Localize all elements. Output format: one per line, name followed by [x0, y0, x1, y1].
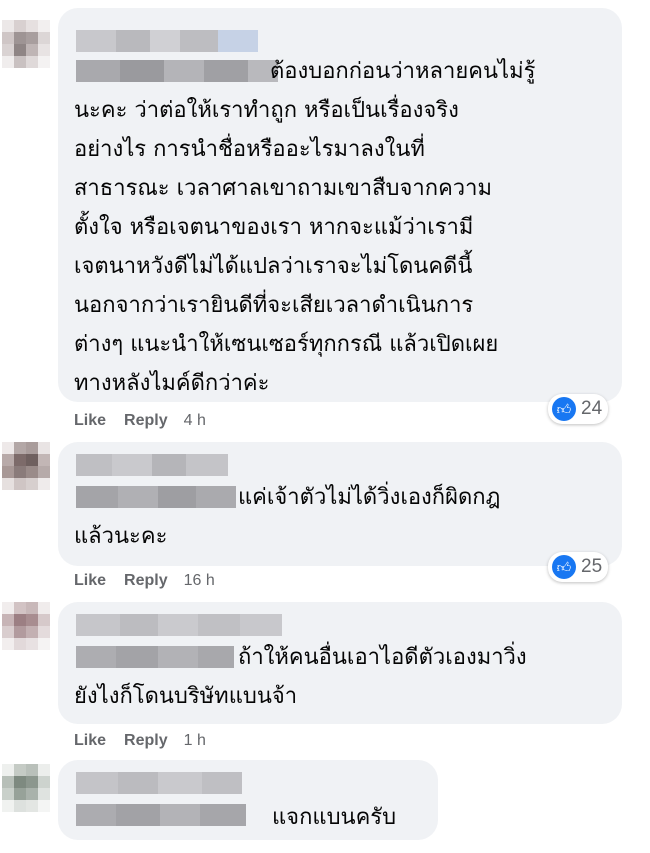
comment-timestamp[interactable]: 4 h — [184, 412, 206, 430]
comment-1: ต้องบอกก่อนว่าหลายคนไม่รู้ นะคะ ว่าต่อให… — [0, 0, 650, 440]
comment-actions: Like Reply 16 h — [74, 572, 215, 590]
like-icon: 👍︎ — [552, 397, 576, 421]
reaction-summary[interactable]: 👍︎ 25 — [548, 552, 609, 582]
comment-bubble: ต้องบอกก่อนว่าหลายคนไม่รู้ นะคะ ว่าต่อให… — [58, 8, 622, 402]
comment-text: แค่เจ้าตัวไม่ได้วิ่งเองก็ผิดกฎ แล้วนะคะ — [74, 485, 501, 549]
reaction-summary[interactable]: 👍︎ 24 — [548, 394, 609, 424]
like-button[interactable]: Like — [74, 412, 106, 430]
avatar[interactable] — [2, 602, 50, 650]
comment-bubble: ถ้าให้คนอื่นเอาไอดีตัวเองมาวิ่ง ยังไงก็โ… — [58, 602, 622, 724]
avatar[interactable] — [2, 442, 50, 490]
comment-3: ถ้าให้คนอื่นเอาไอดีตัวเองมาวิ่ง ยังไงก็โ… — [0, 600, 650, 760]
like-button[interactable]: Like — [74, 732, 106, 750]
reaction-count: 24 — [581, 398, 603, 419]
reply-button[interactable]: Reply — [124, 572, 168, 590]
comment-text: ต้องบอกก่อนว่าหลายคนไม่รู้ นะคะ ว่าต่อให… — [74, 59, 536, 396]
comment-text: แจกแบนครับ — [272, 805, 397, 830]
commenter-name[interactable] — [76, 772, 242, 794]
commenter-name[interactable] — [76, 30, 258, 52]
comment-timestamp[interactable]: 16 h — [184, 572, 215, 590]
like-button[interactable]: Like — [74, 572, 106, 590]
comment-text: ถ้าให้คนอื่นเอาไอดีตัวเองมาวิ่ง ยังไงก็โ… — [74, 645, 527, 709]
commenter-name[interactable] — [76, 614, 282, 636]
comment-bubble: แจกแบนครับ — [58, 760, 438, 840]
comment-2: แค่เจ้าตัวไม่ได้วิ่งเองก็ผิดกฎ แล้วนะคะ … — [0, 440, 650, 600]
comment-bubble: แค่เจ้าตัวไม่ได้วิ่งเองก็ผิดกฎ แล้วนะคะ — [58, 442, 622, 566]
reply-button[interactable]: Reply — [124, 412, 168, 430]
comment-timestamp[interactable]: 1 h — [184, 732, 206, 750]
comment-actions: Like Reply 1 h — [74, 732, 206, 750]
like-icon: 👍︎ — [552, 555, 576, 579]
avatar[interactable] — [2, 764, 50, 812]
comment-actions: Like Reply 4 h — [74, 412, 206, 430]
commenter-name[interactable] — [76, 454, 228, 476]
reply-button[interactable]: Reply — [124, 732, 168, 750]
blurred-mention — [76, 804, 246, 826]
reaction-count: 25 — [581, 556, 603, 577]
comment-4: แจกแบนครับ — [0, 760, 650, 853]
avatar[interactable] — [2, 20, 50, 68]
